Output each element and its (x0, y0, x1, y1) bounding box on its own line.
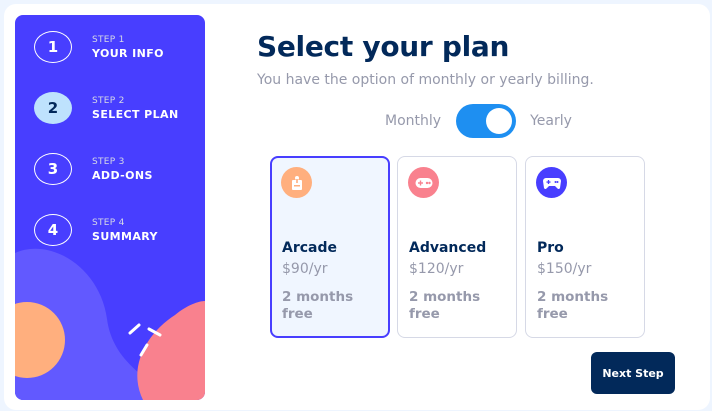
step-sub-label: STEP 2 (92, 95, 125, 106)
step-label: SUMMARY (92, 229, 158, 243)
step-label: SELECT PLAN (92, 107, 179, 121)
monthly-label[interactable]: Monthly (385, 113, 441, 129)
plan-promo: 2 months free (537, 289, 609, 322)
billing-switch: Monthly Yearly (385, 104, 572, 138)
plan-card-arcade[interactable]: Arcade $90/yr 2 months free (270, 156, 390, 338)
plan-name: Advanced (409, 240, 487, 256)
next-step-button[interactable]: Next Step (591, 352, 675, 394)
step-sub-label: STEP 4 (92, 217, 125, 228)
plan-name: Pro (537, 240, 564, 256)
step-sub-label: STEP 1 (92, 34, 125, 45)
advanced-icon (408, 167, 439, 198)
step-summary[interactable]: 4 STEP 4 SUMMARY (34, 214, 158, 246)
pro-icon (536, 167, 567, 198)
step-number: 1 (34, 31, 72, 63)
plan-card-advanced[interactable]: Advanced $120/yr 2 months free (397, 156, 517, 338)
step-label: ADD-ONS (92, 168, 153, 182)
plan-price: $90/yr (282, 261, 328, 277)
step-sub-label: STEP 3 (92, 156, 125, 167)
step-your-info[interactable]: 1 STEP 1 YOUR INFO (34, 31, 164, 63)
step-number: 4 (34, 214, 72, 246)
step-number: 2 (34, 92, 72, 124)
step-label: YOUR INFO (92, 46, 164, 60)
plan-name: Arcade (282, 240, 338, 256)
step-number: 3 (34, 153, 72, 185)
plan-price: $150/yr (537, 261, 592, 277)
sidebar-decoration (15, 248, 205, 400)
step-select-plan[interactable]: 2 STEP 2 SELECT PLAN (34, 92, 179, 124)
page-title: Select your plan (257, 30, 510, 63)
plan-promo: 2 months free (409, 289, 481, 322)
plan-price: $120/yr (409, 261, 464, 277)
toggle-knob (486, 108, 513, 134)
sidebar: 1 STEP 1 YOUR INFO 2 STEP 2 SELECT PLAN … (15, 15, 205, 400)
page-subtitle: You have the option of monthly or yearly… (257, 72, 594, 88)
yearly-label[interactable]: Yearly (530, 113, 572, 129)
plan-card-pro[interactable]: Pro $150/yr 2 months free (525, 156, 645, 338)
billing-toggle[interactable] (456, 104, 517, 138)
plan-promo: 2 months free (282, 289, 354, 322)
arcade-icon (281, 167, 312, 198)
step-add-ons[interactable]: 3 STEP 3 ADD-ONS (34, 153, 153, 185)
